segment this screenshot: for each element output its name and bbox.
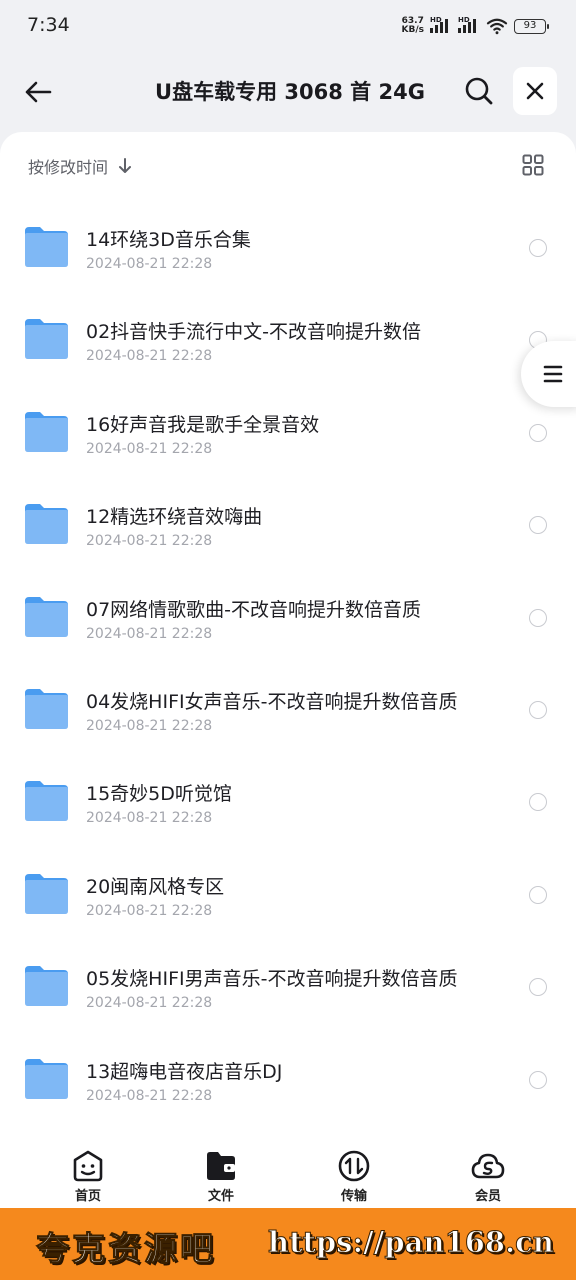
cell-signal-icon: HD [458,16,480,33]
wifi-icon [486,18,508,35]
cell-signal-icon: HD [430,16,452,33]
search-button[interactable] [460,72,498,110]
nav-label: 会员 [474,1189,501,1204]
file-list-panel: 按修改时间 14环绕3D音乐合集 2024-08-21 22:28 02抖音快手流行… [0,132,576,1132]
sort-label: 按修改时间 [28,158,109,177]
status-bar: 7:34 63.7 KB/s HD HD 93 [0,0,576,52]
folder-icon [25,411,68,452]
folder-icon [25,966,68,1007]
select-radio[interactable] [529,516,547,535]
page-title: U盘车载专用 3068 首 24G [155,80,425,104]
search-icon [465,77,493,105]
list-item[interactable]: 07网络情歌歌曲-不改音响提升数倍音质 2024-08-21 22:28 [0,562,576,654]
nav-item-home[interactable]: 首页 [48,1149,128,1204]
folder-icon [25,227,68,267]
nav-item-files[interactable]: 文件 [181,1149,261,1204]
list-item[interactable]: 13超嗨电音夜店音乐DJ 2024-08-21 22:28 [0,1024,576,1116]
status-icons: 63.7 KB/s HD HD 93 [402,15,549,37]
list-item[interactable]: 12精选环绕音效嗨曲 2024-08-21 22:28 [0,469,576,561]
select-radio[interactable] [529,423,547,442]
file-name: 12精选环绕音效嗨曲 [86,506,263,529]
file-name: 15奇妙5D听觉馆 [86,783,232,806]
close-button[interactable] [513,67,557,115]
nav-item-vip[interactable]: 会员 [448,1149,528,1204]
banner-site-name: 夸克资源吧 [36,1229,216,1269]
file-name: 02抖音快手流行中文-不改音响提升数倍 [86,321,422,344]
folder-icon [25,688,68,729]
file-list: 14环绕3D音乐合集 2024-08-21 22:28 02抖音快手流行中文-不改音… [0,192,576,1116]
folder-icon [25,781,68,822]
list-item[interactable]: 15奇妙5D听觉馆 2024-08-21 22:28 [0,746,576,838]
arrow-down-icon [119,158,132,173]
select-radio[interactable] [529,608,547,627]
file-date: 2024-08-21 22:28 [86,717,213,734]
file-name: 14环绕3D音乐合集 [86,229,251,251]
list-item[interactable]: 20闽南风格专区 2024-08-21 22:28 [0,839,576,931]
file-name: 04发烧HIFI女声音乐-不改音响提升数倍音质 [86,690,458,713]
bottom-navigation: 首页 文件 传输 会员 [0,1132,576,1208]
folder-icon [25,1058,68,1099]
list-item[interactable]: 14环绕3D音乐合集 2024-08-21 22:28 [0,192,576,284]
nav-item-transfer[interactable]: 传输 [314,1149,394,1204]
watermark-banner: 夸克资源吧 https://pan168.cn [0,1208,576,1280]
cloud-vip-icon [471,1153,505,1179]
folder-wallet-icon [207,1152,235,1180]
select-radio[interactable] [529,793,547,812]
sort-bar: 按修改时间 [0,132,576,196]
home-face-icon [73,1150,103,1182]
transfer-icon [338,1150,370,1182]
file-date: 2024-08-21 22:28 [86,533,213,550]
sort-button[interactable]: 按修改时间 [28,154,132,178]
file-date: 2024-08-21 22:28 [86,902,213,919]
menu-icon [543,365,563,383]
select-radio[interactable] [529,239,547,257]
nav-label: 传输 [340,1189,367,1204]
arrow-left-icon [25,81,52,103]
banner-url: https://pan168.cn [268,1225,555,1260]
select-radio[interactable] [529,885,547,904]
folder-icon [25,319,68,360]
nav-label: 首页 [74,1189,101,1204]
signal-hd-tag: HD [430,16,442,24]
file-date: 2024-08-21 22:28 [86,1087,213,1104]
folder-icon [25,504,68,545]
list-item[interactable]: 05发烧HIFI男声音乐-不改音响提升数倍音质 2024-08-21 22:28 [0,931,576,1023]
file-name: 05发烧HIFI男声音乐-不改音响提升数倍音质 [86,968,458,991]
status-time: 7:34 [27,14,70,36]
file-name: 20闽南风格专区 [86,875,225,898]
select-radio[interactable] [529,1070,547,1089]
network-speed-unit: KB/s [401,25,424,35]
file-date: 2024-08-21 22:28 [86,256,213,272]
file-date: 2024-08-21 22:28 [86,440,213,457]
file-name: 16好声音我是歌手全景音效 [86,413,320,436]
file-date: 2024-08-21 22:28 [86,995,213,1012]
folder-icon [25,596,68,637]
grid-view-icon[interactable] [522,154,544,176]
select-radio[interactable] [529,978,547,997]
file-name: 07网络情歌歌曲-不改音响提升数倍音质 [86,598,422,621]
close-icon [526,82,544,100]
select-radio[interactable] [529,700,547,719]
top-app-bar: U盘车载专用 3068 首 24G [0,52,576,132]
file-date: 2024-08-21 22:28 [86,348,213,365]
signal-hd-tag: HD [458,16,470,24]
list-item[interactable]: 16好声音我是歌手全景音效 2024-08-21 22:28 [0,377,576,469]
network-speed: 63.7 KB/s [402,17,424,35]
file-name: 13超嗨电音夜店音乐DJ [86,1060,283,1083]
file-date: 2024-08-21 22:28 [86,625,213,642]
list-item[interactable]: 04发烧HIFI女声音乐-不改音响提升数倍音质 2024-08-21 22:28 [0,654,576,746]
nav-label: 文件 [207,1189,234,1204]
folder-icon [25,873,68,914]
list-item[interactable]: 02抖音快手流行中文-不改音响提升数倍 2024-08-21 22:28 [0,284,576,376]
back-button[interactable] [20,74,56,110]
file-date: 2024-08-21 22:28 [86,810,213,827]
battery-indicator: 93 [514,18,549,34]
